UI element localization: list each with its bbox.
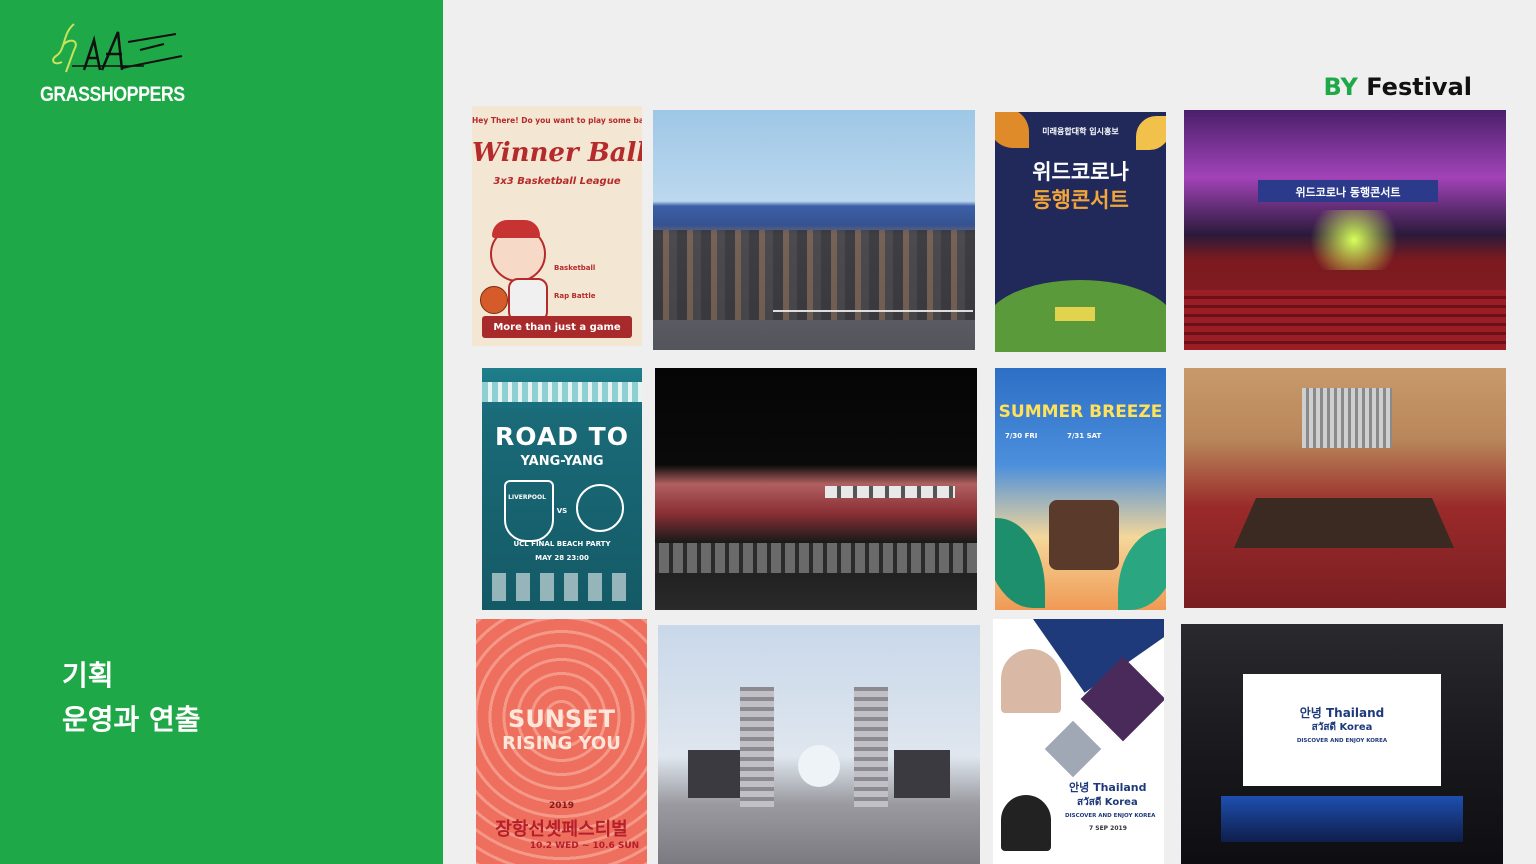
thailand-korea-date: 7 SEP 2019 — [1089, 825, 1127, 832]
road-date: MAY 28 23:00 — [535, 554, 589, 562]
liverpool-crest-icon — [504, 480, 554, 542]
concert-hall-wood-photo[interactable] — [1184, 368, 1506, 608]
breakwater-stripe — [482, 382, 642, 402]
stage-screen-sub: DISCOVER AND ENJOY KOREA — [1296, 738, 1388, 744]
tropical-leaves-right — [1118, 528, 1166, 610]
sunset-title-1: SUNSET — [508, 705, 615, 733]
with-corona-concert-poster[interactable]: 미래융합대학 입시홍보 위드코로나 동행콘서트 — [995, 112, 1166, 352]
road-subtitle: YANG-YANG — [520, 454, 604, 469]
thailand-korea-poster[interactable]: 안녕 Thailand สวัสดี Korea DISCOVER AND EN… — [993, 619, 1164, 864]
brand-name: GRASSHOPPERS — [40, 83, 185, 106]
winner-ball-label-2: Rap Battle — [554, 292, 596, 300]
singer-photo-4 — [1001, 795, 1051, 851]
thailand-korea-title-2: สวัสดี Korea — [1077, 797, 1138, 808]
truss-tower-left — [740, 687, 774, 807]
stage-screen-title-1: 안녕 Thailand — [1299, 706, 1385, 720]
truss-tower-right — [854, 687, 888, 807]
road-title: ROAD TO — [495, 422, 629, 451]
basketball-crowd-photo[interactable] — [653, 110, 975, 350]
sidebar-panel: GRASSHOPPERS 기획 운영과 연출 — [0, 0, 443, 864]
section-title-prefix: BY — [1323, 73, 1358, 101]
court-line — [773, 310, 973, 312]
sponsor-logos — [492, 573, 632, 601]
section-title: BY Festival — [1324, 73, 1472, 101]
crowd-silhouettes — [653, 230, 975, 320]
road-vs: VS — [556, 507, 568, 515]
grasshoppers-logo-icon — [52, 23, 183, 73]
tropical-leaves — [995, 518, 1045, 608]
singer-photo-3 — [1044, 720, 1102, 778]
mascot-cap — [492, 220, 540, 238]
winner-ball-subtitle: 3x3 Basketball League — [493, 176, 621, 187]
thailand-korea-stage-photo[interactable]: 안녕 Thailand สวัสดี Korea DISCOVER AND EN… — [1181, 624, 1503, 864]
led-screen-left — [688, 750, 740, 798]
winner-ball-top-line: Hey There! Do you want to play some ball… — [472, 116, 642, 125]
stage-truss-photo[interactable] — [658, 625, 980, 864]
event-tents — [825, 486, 955, 498]
moon-balloon — [798, 745, 840, 787]
sunset-title-2: RISING YOU — [502, 733, 621, 754]
led-screen-right — [894, 750, 950, 798]
summer-breeze-poster[interactable]: SUMMER BREEZE 7/30 FRI 7/31 SAT — [995, 368, 1166, 610]
stage-screen-title-2: สวัสดี Korea — [1311, 722, 1373, 733]
singer-photo-1 — [1001, 649, 1061, 713]
piano-players — [1049, 500, 1119, 570]
seat-rows — [1184, 290, 1506, 350]
road-team-1: LIVERPOOL — [508, 494, 546, 501]
sunset-year: 2019 — [548, 801, 575, 811]
thailand-korea-title-1: 안녕 Thailand — [1069, 781, 1147, 794]
sunset-dates: 10.2 WED ~ 10.6 SUN — [529, 841, 640, 851]
stage-floor — [1234, 498, 1454, 548]
picnic-mat — [1055, 307, 1095, 321]
real-madrid-crest-icon — [576, 484, 624, 532]
boardwalk-railing — [655, 543, 977, 573]
summer-breeze-title: SUMMER BREEZE — [998, 402, 1163, 422]
sunset-title-ko: 장항선셋페스티벌 — [495, 819, 628, 840]
with-corona-title-1: 위드코로나 — [1032, 160, 1129, 184]
summer-breeze-day-1: 7/30 FRI — [1005, 432, 1038, 440]
road-to-yangyang-poster[interactable]: ROAD TO YANG-YANG LIVERPOOL VS UCL FINAL… — [482, 368, 642, 610]
tagline-line-1: 기획 — [62, 659, 114, 692]
thailand-korea-sub: DISCOVER AND ENJOY KOREA — [1065, 813, 1156, 819]
organ-pipes — [1302, 388, 1392, 448]
with-corona-title-2: 동행콘서트 — [1032, 188, 1129, 212]
stage-lights — [1294, 210, 1414, 270]
road-event: UCL FINAL BEACH PARTY — [513, 540, 611, 548]
basketball-icon — [480, 286, 508, 314]
stage-floor-lit — [1221, 796, 1463, 842]
concert-hall-banner-text: 위드코로나 동행콘서트 — [1295, 186, 1401, 199]
tagline: 기획 운영과 연출 — [62, 654, 201, 742]
winner-ball-poster[interactable]: Hey There! Do you want to play some ball… — [472, 106, 642, 346]
sunset-rising-poster[interactable]: SUNSET RISING YOU 2019 장항선셋페스티벌 10.2 WED… — [476, 619, 647, 864]
brand-logo[interactable]: GRASSHOPPERS — [38, 20, 198, 110]
beach-night-crowd-photo[interactable] — [655, 368, 977, 610]
winner-ball-title: Winner Ball — [472, 138, 642, 168]
winner-ball-label-1: Basketball — [554, 264, 596, 272]
summer-breeze-day-2: 7/31 SAT — [1067, 432, 1102, 440]
concert-hall-stage-photo[interactable]: 위드코로나 동행콘서트 — [1184, 110, 1506, 350]
section-title-text: Festival — [1366, 73, 1472, 101]
tagline-line-2: 운영과 연출 — [62, 703, 201, 736]
winner-ball-banner-text: More than just a game — [493, 322, 621, 333]
with-corona-top: 미래융합대학 입시홍보 — [1042, 127, 1119, 136]
